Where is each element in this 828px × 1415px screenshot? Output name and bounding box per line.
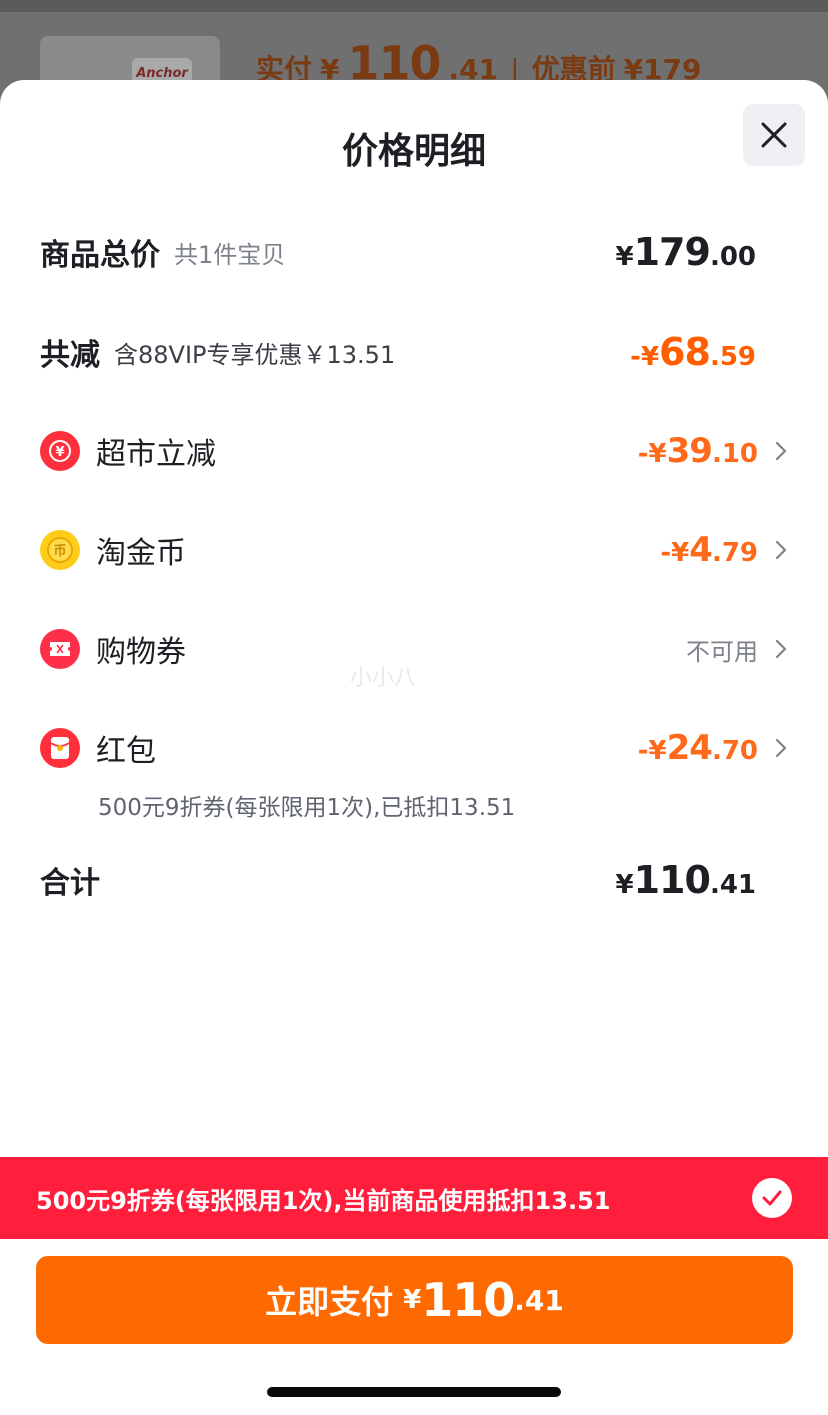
total-discount-label: 共减 [40,338,100,373]
vip-discount-note: 含88VIP专享优惠￥13.51 [114,340,396,369]
coupon-banner-text: 500元9折券(每张限用1次),当前商品使用抵扣13.51 [36,1186,611,1215]
pay-now-label: 立即支付 [265,1283,394,1321]
total-currency: ¥ [615,242,634,272]
background-top-strip [0,0,828,12]
supermarket-discount-row[interactable]: ¥ 超市立减 -¥ 39.10 [40,421,788,481]
pay-currency: ¥ [403,1285,422,1315]
total-price-row: 商品总价 共1件宝贝 ¥179.00 [40,222,788,282]
gold-coin-row[interactable]: 币 淘金币 -¥ 4.79 [40,520,788,580]
sum-label: 合计 [40,866,100,901]
watermark: 小小八 [350,666,417,691]
sum-row: 合计 ¥110.41 [40,850,788,910]
supermarket-discount-amount: -¥ 39.10 [638,431,788,471]
coin-currency: -¥ [660,538,690,568]
packet-decimal: .70 [711,736,758,766]
supermarket-decimal: .10 [711,439,758,469]
sum-decimal: .41 [709,870,756,900]
chevron-right-icon [758,737,788,759]
red-packet-amount: -¥ 24.70 [638,728,788,768]
discount-currency: -¥ [630,342,660,372]
red-packet-label: 红包 [96,734,156,769]
gold-coin-label: 淘金币 [96,536,186,571]
packet-currency: -¥ [637,736,667,766]
total-decimal: .00 [709,242,756,272]
discount-decimal: .59 [709,342,756,372]
red-packet-row[interactable]: 红包 -¥ 24.70 [40,718,788,778]
item-count: 共1件宝贝 [174,240,286,269]
total-integer: 179 [633,230,711,274]
packet-integer: 24 [666,728,713,768]
total-discount-amount: -¥ 68.59 [630,330,756,374]
shopping-coupon-status: 不可用 [686,632,788,667]
supermarket-integer: 39 [666,431,713,471]
checkmark-icon[interactable] [752,1178,792,1218]
pay-now-button[interactable]: 立即支付 ¥110.41 [36,1256,793,1344]
gold-coin-amount: -¥ 4.79 [660,530,788,570]
shopping-coupon-icon [40,629,80,669]
chevron-right-icon [758,539,788,561]
supermarket-currency: -¥ [637,439,667,469]
red-packet-icon [40,728,80,768]
discount-integer: 68 [659,330,711,374]
supermarket-discount-label: 超市立减 [96,437,216,472]
home-indicator[interactable] [267,1387,561,1397]
total-discount-row: 共减 含88VIP专享优惠￥13.51 -¥ 68.59 [40,322,788,382]
total-price-amount: ¥179.00 [616,230,756,274]
close-button[interactable] [743,104,805,166]
svg-text:¥: ¥ [55,445,64,460]
shopping-coupon-label: 购物券 [96,635,186,670]
price-detail-sheet: 价格明细 商品总价 共1件宝贝 ¥179.00 共减 含88VIP专享优惠￥13… [0,80,828,1415]
gold-coin-icon: 币 [40,530,80,570]
total-price-label: 商品总价 [40,238,160,273]
coin-integer: 4 [689,530,713,570]
sum-amount: ¥110.41 [616,858,756,902]
supermarket-discount-icon: ¥ [40,431,80,471]
sheet-title: 价格明细 [341,131,486,172]
coupon-banner[interactable]: 500元9折券(每张限用1次),当前商品使用抵扣13.51 [0,1157,828,1239]
svg-text:币: 币 [53,544,66,559]
red-packet-note: 500元9折券(每张限用1次),已抵扣13.51 [98,795,516,821]
chevron-right-icon [758,440,788,462]
sum-currency: ¥ [615,870,634,900]
pay-decimal: .41 [514,1283,564,1317]
chevron-right-icon [758,638,788,660]
pay-integer: 110 [421,1273,515,1327]
close-icon [761,122,787,148]
coin-decimal: .79 [711,538,758,568]
sum-integer: 110 [633,858,711,902]
coupon-unavailable-text: 不可用 [686,637,758,666]
